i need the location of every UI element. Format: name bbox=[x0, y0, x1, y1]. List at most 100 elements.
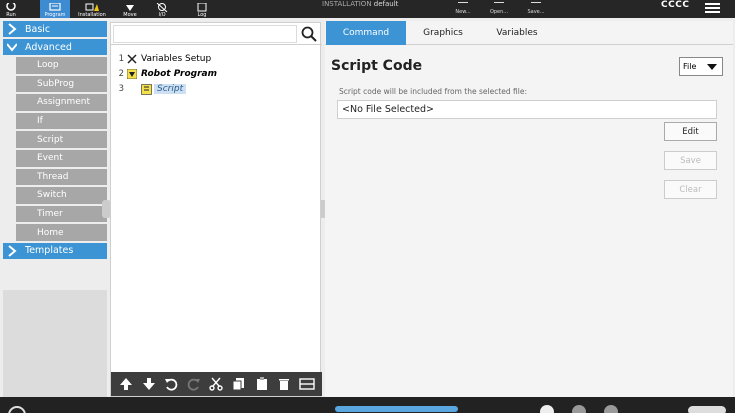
delete-icon[interactable] bbox=[276, 376, 292, 392]
collapse-arrow-icon[interactable] bbox=[127, 69, 137, 79]
tab-installation-label: Installation bbox=[78, 12, 106, 18]
tree-search-input[interactable] bbox=[113, 25, 297, 43]
tree-row-robot-program[interactable]: 2 Robot Program bbox=[111, 67, 320, 81]
open-label: Open... bbox=[489, 9, 509, 15]
program-icon bbox=[49, 3, 61, 11]
script-node-icon bbox=[141, 83, 152, 95]
nav-item-switch[interactable]: Switch bbox=[16, 187, 107, 206]
undo-icon[interactable] bbox=[163, 376, 179, 392]
move-icon bbox=[126, 5, 134, 11]
nav-empty-area bbox=[3, 290, 107, 397]
nav-item-subprog[interactable]: SubProg bbox=[16, 75, 107, 95]
io-icon bbox=[156, 3, 168, 12]
redo-icon[interactable] bbox=[186, 376, 202, 392]
new-label: New... bbox=[455, 9, 471, 15]
installation-icon bbox=[85, 3, 99, 11]
step-icon[interactable] bbox=[572, 405, 586, 413]
log-icon bbox=[197, 3, 207, 12]
command-panel: Command Graphics Variables Script Code F… bbox=[325, 21, 733, 397]
tab-log[interactable]: Log bbox=[190, 0, 214, 18]
nav-item-loop[interactable]: Loop bbox=[16, 57, 107, 76]
page-title: Script Code bbox=[331, 58, 423, 74]
paste-icon[interactable] bbox=[254, 376, 270, 392]
app-window: Run Program Installation Move I/O Log IN… bbox=[0, 0, 735, 413]
tree-row-script[interactable]: 3 Script bbox=[111, 82, 320, 96]
clear-button[interactable]: Clear bbox=[664, 180, 717, 199]
tab-installation[interactable]: Installation bbox=[76, 0, 108, 18]
play-icon[interactable] bbox=[540, 405, 554, 413]
nav-item-home[interactable]: Home bbox=[16, 224, 107, 243]
program-nav: Basic Advanced Loop SubProg Assignment I… bbox=[3, 21, 107, 261]
tab-command[interactable]: Command bbox=[326, 21, 406, 45]
tab-io[interactable]: I/O bbox=[150, 0, 174, 18]
edit-button[interactable]: Edit bbox=[664, 122, 717, 141]
nav-templates[interactable]: Templates bbox=[3, 242, 107, 261]
tab-move[interactable]: Move bbox=[118, 0, 142, 18]
tree-row-label: Robot Program bbox=[141, 69, 217, 79]
tab-run-label: Run bbox=[6, 12, 16, 18]
tab-move-label: Move bbox=[123, 12, 137, 18]
tree-row-number: 1 bbox=[118, 54, 124, 64]
tree-row-number: 3 bbox=[118, 84, 124, 94]
new-button[interactable]: New... bbox=[452, 2, 474, 15]
move-down-icon[interactable] bbox=[141, 376, 157, 392]
simulation-toggle[interactable] bbox=[688, 406, 726, 413]
variable-x-icon bbox=[127, 54, 137, 64]
save-button[interactable]: Save... bbox=[524, 2, 548, 15]
tree-row-label: Variables Setup bbox=[141, 54, 212, 64]
caret-down-icon bbox=[707, 64, 717, 70]
script-type-select[interactable]: File bbox=[679, 57, 723, 76]
speed-slider[interactable] bbox=[335, 406, 458, 412]
chevron-down-icon bbox=[7, 43, 17, 52]
search-icon[interactable] bbox=[301, 26, 317, 42]
program-tree-panel: 1 Variables Setup 2 Robot Program 3 Scri… bbox=[110, 22, 322, 397]
move-up-icon[interactable] bbox=[118, 376, 134, 392]
tab-graphics[interactable]: Graphics bbox=[407, 21, 479, 45]
tree-toolbar bbox=[111, 372, 322, 396]
nav-basic[interactable]: Basic bbox=[3, 21, 107, 39]
tab-variables[interactable]: Variables bbox=[480, 21, 554, 45]
tree-search-bar bbox=[111, 23, 322, 45]
copy-icon[interactable] bbox=[231, 376, 247, 392]
run-icon bbox=[6, 3, 16, 11]
nav-advanced-label: Advanced bbox=[25, 41, 72, 53]
save-script-button[interactable]: Save bbox=[664, 151, 717, 170]
power-icon[interactable] bbox=[8, 406, 26, 413]
new-file-icon bbox=[458, 2, 468, 9]
nav-item-assignment[interactable]: Assignment bbox=[16, 94, 107, 113]
hamburger-menu-icon[interactable] bbox=[705, 3, 720, 13]
top-bar: Run Program Installation Move I/O Log IN… bbox=[0, 0, 735, 18]
nav-item-if[interactable]: If bbox=[16, 112, 107, 132]
suppress-icon[interactable] bbox=[298, 376, 315, 392]
stop-icon[interactable] bbox=[604, 405, 618, 413]
nav-basic-label: Basic bbox=[25, 23, 51, 35]
nav-item-script[interactable]: Script bbox=[16, 131, 107, 150]
file-hint-label: Script code will be included from the se… bbox=[339, 87, 527, 96]
tab-run[interactable]: Run bbox=[0, 0, 22, 18]
chevron-right-icon bbox=[8, 245, 17, 257]
tab-program[interactable]: Program bbox=[40, 0, 70, 18]
installation-name: default bbox=[373, 0, 399, 8]
save-label: Save... bbox=[527, 9, 545, 15]
open-button[interactable]: Open... bbox=[487, 2, 511, 15]
nav-advanced[interactable]: Advanced bbox=[3, 39, 107, 57]
nav-item-event[interactable]: Event bbox=[16, 149, 107, 169]
cut-icon[interactable] bbox=[208, 376, 224, 392]
tree-row-variables-setup[interactable]: 1 Variables Setup bbox=[111, 52, 320, 66]
installation-indicator[interactable]: INSTALLATION default bbox=[322, 0, 398, 8]
user-name: CCCC bbox=[661, 0, 690, 10]
tree-row-label: Script bbox=[154, 84, 187, 94]
nav-templates-label: Templates bbox=[25, 245, 74, 257]
save-file-icon bbox=[531, 2, 541, 9]
nav-item-timer[interactable]: Timer bbox=[16, 205, 107, 225]
command-tabs: Command Graphics Variables bbox=[325, 21, 733, 45]
open-file-icon bbox=[494, 2, 504, 9]
bottom-bar bbox=[0, 397, 735, 413]
nav-item-thread[interactable]: Thread bbox=[16, 168, 107, 188]
script-file-value: <No File Selected> bbox=[342, 104, 434, 115]
script-file-field[interactable]: <No File Selected> bbox=[337, 100, 717, 119]
chevron-right-icon bbox=[8, 23, 17, 35]
tab-program-label: Program bbox=[44, 12, 66, 18]
script-type-value: File bbox=[683, 62, 697, 71]
tab-log-label: Log bbox=[197, 12, 207, 18]
